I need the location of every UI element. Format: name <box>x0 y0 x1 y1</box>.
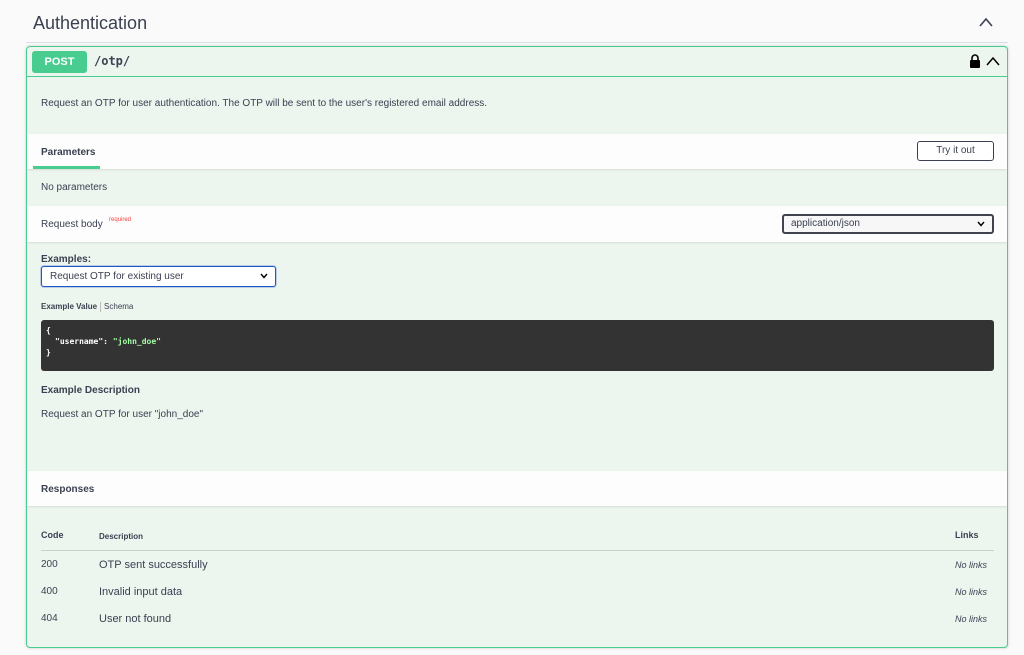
examples-label: Examples: <box>41 254 92 265</box>
example-description-title: Example Description <box>41 385 140 396</box>
tab-parameters[interactable]: Parameters <box>41 147 95 158</box>
try-it-out-button[interactable]: Try it out <box>917 141 994 161</box>
active-tab-indicator <box>33 166 100 169</box>
code-line: } <box>46 348 51 357</box>
table-row: 400 Invalid input data No links <box>41 578 994 605</box>
tag-title: Authentication <box>33 13 148 33</box>
code-line: { <box>46 326 51 335</box>
request-body-header: Request body required application/json <box>27 206 1007 242</box>
tab-divider <box>100 302 102 312</box>
operation-block: POST /otp/ Request an OTP for user authe… <box>26 46 1008 648</box>
table-row: 200 OTP sent successfully No links <box>41 551 994 578</box>
response-links: No links <box>955 614 988 624</box>
response-code: 200 <box>41 559 58 570</box>
chevron-up-icon[interactable] <box>978 16 994 28</box>
chevron-up-icon[interactable] <box>986 56 1000 66</box>
tab-example-value[interactable]: Example Value <box>41 302 97 311</box>
lock-icon[interactable] <box>969 54 981 68</box>
example-tabs: Example Value Schema <box>41 302 133 312</box>
response-code: 404 <box>41 613 58 624</box>
example-code-block: { "username": "john_doe" } <box>41 320 994 371</box>
chevron-down-icon <box>260 273 268 279</box>
response-links: No links <box>955 587 988 597</box>
response-description: User not found <box>99 613 172 625</box>
response-code: 400 <box>41 586 58 597</box>
response-description: Invalid input data <box>99 586 183 598</box>
table-row: 404 User not found No links <box>41 605 994 632</box>
column-header-description: Description <box>99 532 144 541</box>
column-header-code: Code <box>41 530 64 540</box>
table-header: Code Description Links <box>41 527 994 551</box>
content-type-select[interactable]: application/json <box>782 214 994 234</box>
operation-description: Request an OTP for user authentication. … <box>41 98 488 109</box>
no-parameters-text: No parameters <box>41 182 108 193</box>
tab-schema[interactable]: Schema <box>104 302 133 311</box>
tag-header[interactable]: Authentication <box>26 0 1008 43</box>
operation-path: /otp/ <box>94 54 131 68</box>
code-separator: : <box>103 337 113 346</box>
responses-header: Responses <box>27 471 1007 506</box>
code-value: "john_doe" <box>112 337 161 346</box>
code-line: "username": "john_doe" <box>46 336 989 347</box>
response-description: OTP sent successfully <box>99 559 208 571</box>
required-marker: required <box>109 217 132 223</box>
example-description: Request an OTP for user "john_doe" <box>41 409 204 420</box>
responses-table: Code Description Links 200 OTP sent succ… <box>41 527 994 632</box>
responses-title: Responses <box>41 484 95 495</box>
operation-summary[interactable]: POST /otp/ <box>27 47 1007 77</box>
content-type-value: application/json <box>791 218 860 229</box>
response-links: No links <box>955 560 988 570</box>
example-select-value: Request OTP for existing user <box>50 271 184 282</box>
request-body-label: Request body <box>41 219 103 230</box>
method-badge: POST <box>32 51 87 73</box>
chevron-down-icon <box>977 221 985 227</box>
example-select[interactable]: Request OTP for existing user <box>41 266 276 287</box>
column-header-links: Links <box>955 530 979 540</box>
parameters-header: Parameters Try it out <box>27 134 1007 169</box>
code-key: "username" <box>55 337 104 346</box>
